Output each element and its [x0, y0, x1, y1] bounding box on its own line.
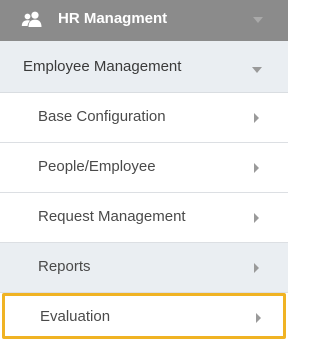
caret-down-icon [252, 67, 262, 73]
menu-item-evaluation[interactable]: Evaluation [2, 293, 286, 339]
menu-item-label: Reports [38, 258, 91, 275]
menu-item-label: Base Configuration [38, 108, 166, 125]
chevron-right-icon [254, 163, 259, 173]
menu-item-label: Request Management [38, 208, 186, 225]
menu-item-label: People/Employee [38, 158, 156, 175]
caret-down-icon [253, 17, 263, 23]
chevron-right-icon [256, 313, 261, 323]
menu-item-request-management[interactable]: Request Management [0, 193, 288, 243]
chevron-right-icon [254, 263, 259, 273]
people-icon [21, 11, 42, 27]
menu-item-reports[interactable]: Reports [0, 243, 288, 293]
menu-item-people-employee[interactable]: People/Employee [0, 143, 288, 193]
header-title: HR Managment [58, 10, 168, 27]
chevron-right-icon [254, 113, 259, 123]
hr-navigation-menu: HR Managment Employee Management Base Co… [0, 0, 288, 341]
hr-management-header[interactable]: HR Managment [0, 0, 288, 41]
chevron-right-icon [254, 213, 259, 223]
section-label: Employee Management [23, 58, 182, 75]
menu-item-label: Evaluation [40, 308, 111, 325]
menu-item-base-configuration[interactable]: Base Configuration [0, 93, 288, 143]
employee-management-section[interactable]: Employee Management [0, 41, 288, 93]
